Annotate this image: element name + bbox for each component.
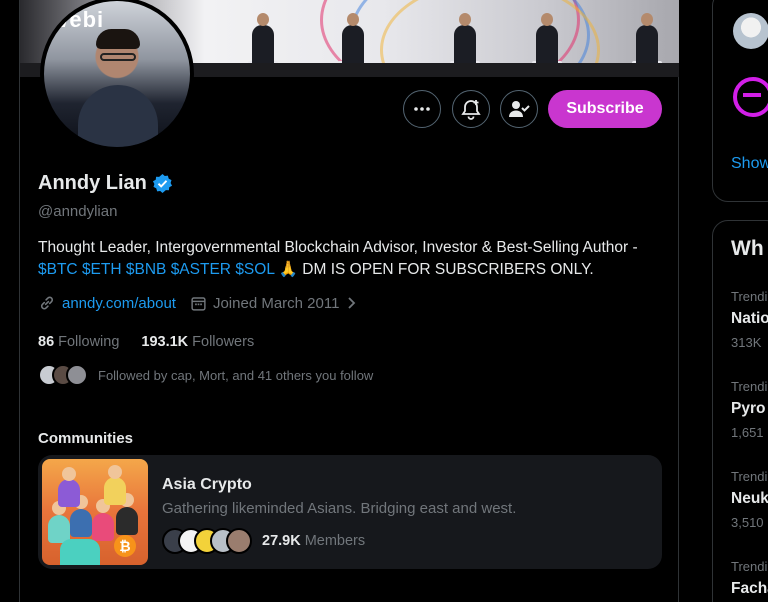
more-options-button[interactable]: [403, 90, 441, 128]
bio-cashtag[interactable]: $BNB: [126, 261, 167, 278]
bio-cashtag[interactable]: $SOL: [235, 261, 274, 278]
bio-cashtag[interactable]: $ASTER: [171, 261, 231, 278]
followers-link[interactable]: 193.1K Followers: [141, 334, 254, 350]
community-image-decor: [116, 507, 138, 535]
calendar-icon: [191, 296, 206, 311]
link-icon: [40, 296, 54, 310]
profile-website-link[interactable]: anndy.com/about: [62, 295, 176, 312]
trend-context: Trendi: [731, 379, 768, 394]
trend-posts: 3,510: [731, 515, 764, 530]
avatar-decor: [96, 29, 140, 49]
followed-by-text: Followed by cap, Mort, and 41 others you…: [98, 367, 374, 383]
community-card[interactable]: ₿ Asia Crypto Gathering likeminded Asian…: [38, 455, 662, 569]
following-label: Following: [58, 334, 120, 350]
community-members: 27.9K Members: [162, 528, 365, 554]
trends-panel: Wh Trendi Natio 313K Trendi Pyro 1,651 T…: [712, 220, 768, 602]
community-name[interactable]: Asia Crypto: [162, 476, 252, 494]
community-description: Gathering likeminded Asians. Bridging ea…: [162, 500, 517, 517]
community-members-label: Members: [304, 533, 366, 549]
community-image-decor: [70, 509, 92, 537]
avatar: [226, 528, 252, 554]
community-members-count: 27.9K: [262, 533, 301, 549]
right-sidebar: Show Wh Trendi Natio 313K Trendi Pyro 1,…: [712, 0, 768, 602]
profile-bio: Thought Leader, Intergovernmental Blockc…: [38, 237, 658, 281]
show-more-link[interactable]: Show: [731, 155, 768, 173]
avatar-banner-text: Webi: [48, 7, 105, 32]
followers-label: Followers: [192, 334, 255, 350]
trend-posts: 313K: [731, 335, 762, 350]
followed-by-row[interactable]: Followed by cap, Mort, and 41 others you…: [38, 364, 373, 386]
chevron-right-icon[interactable]: [343, 295, 359, 311]
bio-text: Thought Leader, Intergovernmental Blockc…: [38, 239, 638, 256]
avatar: [66, 364, 88, 386]
followers-count: 193.1K: [141, 334, 189, 350]
trend-context: Trendi: [731, 469, 768, 484]
more-horizontal-icon: [414, 107, 430, 111]
profile-column: Webi Subscribe Anndy Lian @anndylian Tho…: [19, 0, 679, 602]
trend-context: Trendi: [731, 289, 768, 304]
profile-avatar[interactable]: Webi: [40, 0, 194, 151]
bitcoin-icon: ₿: [114, 535, 136, 557]
avatar[interactable]: [733, 77, 768, 117]
profile-joined-date: Joined March 2011: [212, 294, 340, 312]
community-image: ₿: [42, 459, 148, 565]
trends-heading: Wh: [731, 237, 764, 260]
avatar[interactable]: [733, 13, 768, 49]
trend-name[interactable]: Neuk: [731, 490, 768, 508]
profile-meta: anndy.com/about Joined March 2011: [38, 294, 359, 312]
community-image-decor: [58, 479, 80, 507]
profile-name: Anndy Lian: [38, 172, 147, 194]
bio-emoji: 🙏: [278, 261, 298, 278]
person-check-icon: [509, 101, 530, 117]
bio-cashtag[interactable]: $BTC: [38, 261, 78, 278]
following-button[interactable]: [500, 90, 538, 128]
community-image-decor: [104, 477, 126, 505]
who-to-follow-panel: Show: [712, 0, 768, 202]
trend-name[interactable]: Facha: [731, 580, 768, 598]
subscribe-button[interactable]: Subscribe: [548, 90, 662, 128]
profile-handle: @anndylian: [38, 203, 118, 220]
community-image-decor: [60, 539, 100, 565]
verified-badge-icon[interactable]: [152, 173, 173, 194]
following-link[interactable]: 86 Following: [38, 334, 119, 350]
trend-posts: 1,651: [731, 425, 764, 440]
trend-name[interactable]: Pyro: [731, 400, 765, 418]
communities-heading: Communities: [38, 430, 134, 447]
community-image-decor: [108, 465, 122, 479]
follow-stats: 86 Following 193.1K Followers: [38, 334, 254, 350]
bio-tail: DM IS OPEN FOR SUBSCRIBERS ONLY.: [298, 261, 594, 278]
community-image-decor: [92, 513, 114, 541]
following-count: 86: [38, 334, 55, 350]
bio-cashtag[interactable]: $ETH: [82, 261, 122, 278]
profile-name-row: Anndy Lian: [38, 172, 173, 195]
avatar-decor: [100, 53, 136, 61]
avatar-decor: [78, 85, 158, 147]
community-image-decor: [62, 467, 76, 481]
trend-name[interactable]: Natio: [731, 310, 768, 328]
bell-plus-icon: [461, 100, 481, 120]
trend-context: Trendi: [731, 559, 768, 574]
notifications-button[interactable]: [452, 90, 490, 128]
